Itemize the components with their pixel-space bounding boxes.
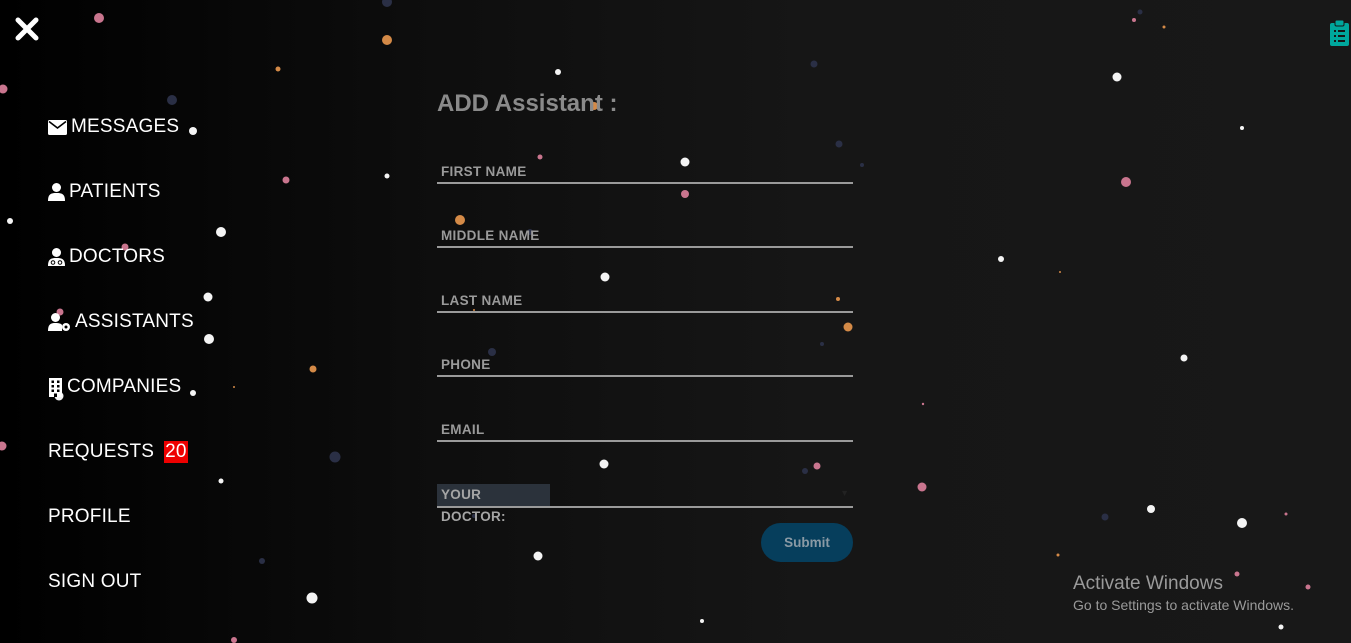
sidebar-item-label: SIGN OUT <box>48 571 142 592</box>
middle-name-label: MIDDLE NAME <box>441 228 540 243</box>
last-name-label: LAST NAME <box>441 293 523 308</box>
page-title: ADD Assistant : <box>437 90 618 117</box>
sidebar-item-label: DOCTORS <box>69 246 166 267</box>
watermark-subtitle: Go to Settings to activate Windows. <box>1073 597 1294 613</box>
dropdown-arrow-icon: ▼ <box>840 488 849 498</box>
activate-windows-watermark: Activate Windows Go to Settings to activ… <box>1073 573 1294 613</box>
first-name-field[interactable]: FIRST NAME <box>437 164 853 184</box>
sidebar-item-label: COMPANIES <box>67 376 182 397</box>
user-doctor-icon <box>48 248 65 266</box>
clipboard-list-icon[interactable] <box>1330 20 1349 46</box>
doctor-select-value: YOUR DOCTOR: <box>437 484 550 524</box>
sidebar-menu: MESSAGES PATIENTS DOCTORS ASSISTANTS COM… <box>0 0 300 643</box>
close-menu-button[interactable] <box>14 16 40 42</box>
phone-label: PHONE <box>441 357 491 372</box>
sidebar-item-label: PATIENTS <box>69 181 161 202</box>
requests-count-badge: 20 <box>164 441 188 463</box>
sidebar-item-profile[interactable]: PROFILE <box>48 506 131 528</box>
sidebar-item-messages[interactable]: MESSAGES <box>48 116 179 138</box>
user-gear-icon <box>48 313 70 331</box>
sidebar-item-label: REQUESTS <box>48 441 155 462</box>
watermark-title: Activate Windows <box>1073 573 1223 594</box>
sidebar-item-doctors[interactable]: DOCTORS <box>48 246 165 268</box>
middle-name-field[interactable]: MIDDLE NAME <box>437 228 853 248</box>
sidebar-item-patients[interactable]: PATIENTS <box>48 181 161 203</box>
email-field[interactable]: EMAIL <box>437 422 853 442</box>
phone-field[interactable]: PHONE <box>437 357 853 377</box>
sidebar-item-label: PROFILE <box>48 506 131 527</box>
doctor-select[interactable]: YOUR DOCTOR: ▼ <box>437 484 853 524</box>
sidebar-item-label: MESSAGES <box>71 116 180 137</box>
email-label: EMAIL <box>441 422 485 437</box>
sidebar-item-assistants[interactable]: ASSISTANTS <box>48 311 194 333</box>
user-icon <box>48 183 65 201</box>
submit-button[interactable]: Submit <box>761 523 853 562</box>
first-name-label: FIRST NAME <box>441 164 527 179</box>
sidebar-item-companies[interactable]: COMPANIES <box>48 376 181 398</box>
envelope-icon <box>48 119 67 135</box>
sidebar-item-requests[interactable]: REQUESTS 20 <box>48 441 188 463</box>
building-icon <box>49 377 62 397</box>
sidebar-item-sign-out[interactable]: SIGN OUT <box>48 571 141 593</box>
sidebar-item-label: ASSISTANTS <box>75 311 194 332</box>
last-name-field[interactable]: LAST NAME <box>437 293 853 313</box>
